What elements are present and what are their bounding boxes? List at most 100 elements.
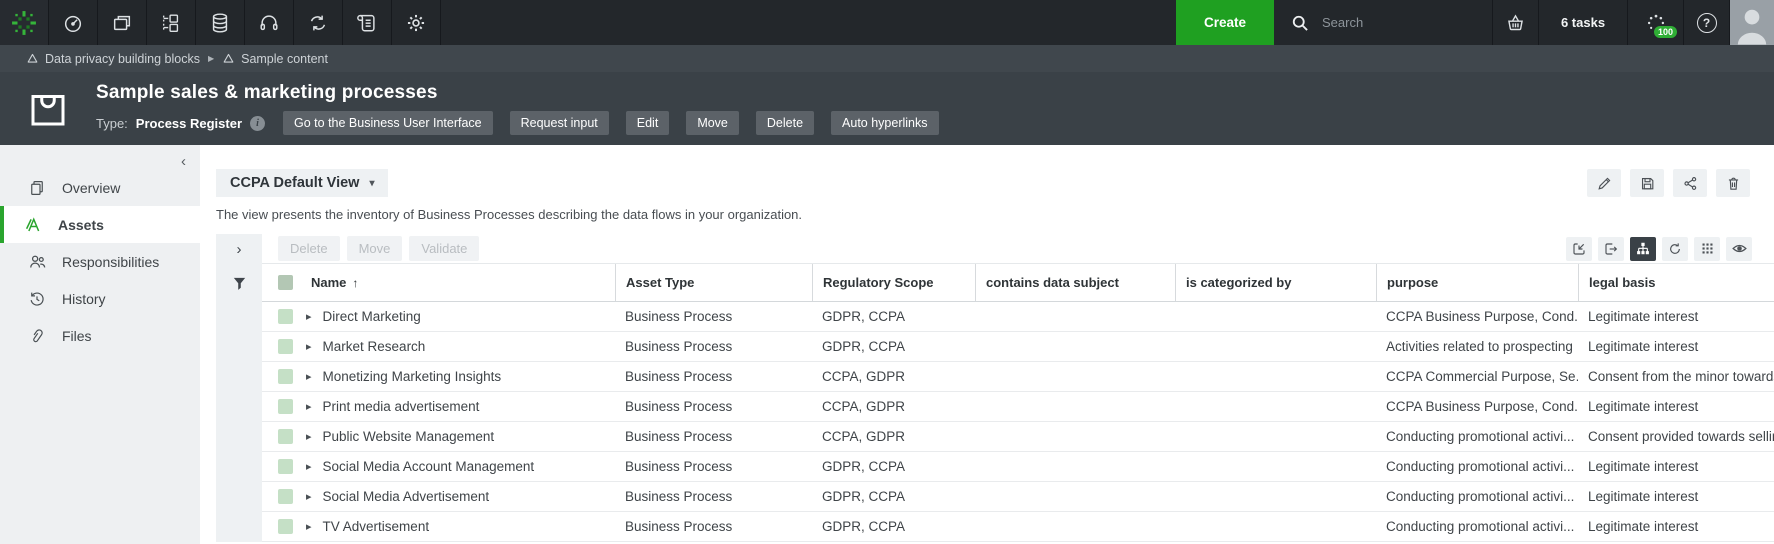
asset-name-link[interactable]: Social Media Account Management xyxy=(323,459,535,474)
edit-view-button[interactable] xyxy=(1587,169,1621,197)
tree-view-toggle[interactable] xyxy=(1630,237,1656,261)
filter-button[interactable] xyxy=(216,264,262,302)
activities-button[interactable]: 100 xyxy=(1627,0,1683,45)
sort-ascending-icon: ↑ xyxy=(352,276,358,290)
type-value: Process Register xyxy=(136,116,242,131)
row-expander-icon[interactable]: ▸ xyxy=(306,430,312,443)
tasks-button[interactable]: 6 tasks xyxy=(1538,0,1627,45)
window-folder-icon xyxy=(111,12,133,34)
table-row[interactable]: ▸Social Media Account Management Busines… xyxy=(262,452,1774,482)
go-to-business-user-interface-button[interactable]: Go to the Business User Interface xyxy=(283,111,493,135)
data-basket-button[interactable] xyxy=(1492,0,1538,45)
import-button[interactable] xyxy=(1566,237,1592,261)
sidebar-item-assets[interactable]: Assets xyxy=(0,206,200,243)
export-button[interactable] xyxy=(1598,237,1624,261)
auto-hyperlinks-button[interactable]: Auto hyperlinks xyxy=(831,111,938,135)
nav-browser[interactable] xyxy=(98,0,147,45)
row-checkbox[interactable] xyxy=(278,369,293,384)
move-button[interactable]: Move xyxy=(686,111,739,135)
row-expander-icon[interactable]: ▸ xyxy=(306,310,312,323)
row-checkbox[interactable] xyxy=(278,459,293,474)
row-expander-icon[interactable]: ▸ xyxy=(306,370,312,383)
row-checkbox[interactable] xyxy=(278,429,293,444)
delete-button[interactable]: Delete xyxy=(756,111,814,135)
table-row[interactable]: ▸Social Media Advertisement Business Pro… xyxy=(262,482,1774,512)
nav-data-sources[interactable] xyxy=(196,0,245,45)
row-expander-icon[interactable]: ▸ xyxy=(306,520,312,533)
asset-name-link[interactable]: Public Website Management xyxy=(323,429,495,444)
hierarchy-icon xyxy=(1635,241,1651,257)
row-checkbox[interactable] xyxy=(278,339,293,354)
row-expander-icon[interactable]: ▸ xyxy=(306,460,312,473)
tree-pages-icon xyxy=(160,12,182,34)
bulk-validate-button[interactable]: Validate xyxy=(409,236,479,261)
info-icon[interactable]: i xyxy=(250,116,265,131)
scroll-document-icon xyxy=(356,12,378,34)
app-logo[interactable] xyxy=(0,0,49,45)
table-row[interactable]: ▸Print media advertisement Business Proc… xyxy=(262,392,1774,422)
request-input-button[interactable]: Request input xyxy=(510,111,609,135)
asset-name-link[interactable]: TV Advertisement xyxy=(323,519,430,534)
column-header-asset-type[interactable]: Asset Type xyxy=(615,264,812,301)
column-header-contains-data-subject[interactable]: contains data subject xyxy=(975,264,1175,301)
paperclip-icon xyxy=(27,327,47,345)
table-row[interactable]: ▸TV Advertisement Business Process GDPR,… xyxy=(262,512,1774,542)
assets-a-icon xyxy=(23,216,43,234)
breadcrumb-item-community[interactable]: Data privacy building blocks xyxy=(26,52,200,66)
columns-button[interactable] xyxy=(1694,237,1720,261)
nav-workflows[interactable] xyxy=(294,0,343,45)
table-row[interactable]: ▸Market Research Business Process GDPR, … xyxy=(262,332,1774,362)
bulk-move-button[interactable]: Move xyxy=(347,236,403,261)
row-checkbox[interactable] xyxy=(278,309,293,324)
row-checkbox[interactable] xyxy=(278,489,293,504)
breadcrumb-item-domain[interactable]: Sample content xyxy=(222,52,328,66)
nav-asset-tree[interactable] xyxy=(147,0,196,45)
edit-button[interactable]: Edit xyxy=(626,111,670,135)
delete-view-button[interactable] xyxy=(1716,169,1750,197)
asset-name-link[interactable]: Market Research xyxy=(323,339,426,354)
search-icon xyxy=(1290,13,1310,33)
help-button[interactable]: ? xyxy=(1683,0,1729,45)
column-header-purpose[interactable]: purpose xyxy=(1376,264,1578,301)
save-view-button[interactable] xyxy=(1630,169,1664,197)
table-row[interactable]: ▸Public Website Management Business Proc… xyxy=(262,422,1774,452)
asset-sidebar: ‹ Overview Assets xyxy=(0,145,200,544)
row-checkbox[interactable] xyxy=(278,519,293,534)
nav-helpdesk[interactable] xyxy=(245,0,294,45)
share-view-button[interactable] xyxy=(1673,169,1707,197)
refresh-button[interactable] xyxy=(1662,237,1688,261)
view-description: The view presents the inventory of Busin… xyxy=(216,207,1774,222)
sidebar-item-overview[interactable]: Overview xyxy=(0,169,200,206)
asset-name-link[interactable]: Monetizing Marketing Insights xyxy=(323,369,502,384)
domain-icon xyxy=(222,52,235,65)
nav-settings[interactable] xyxy=(392,0,441,45)
sidebar-collapse-toggle[interactable]: ‹ xyxy=(181,153,186,170)
visibility-button[interactable] xyxy=(1726,237,1752,261)
sidebar-item-responsibilities[interactable]: Responsibilities xyxy=(0,243,200,280)
table-row[interactable]: ▸Monetizing Marketing Insights Business … xyxy=(262,362,1774,392)
create-button[interactable]: Create xyxy=(1176,0,1274,45)
bulk-delete-button[interactable]: Delete xyxy=(278,236,340,261)
row-expander-icon[interactable]: ▸ xyxy=(306,490,312,503)
column-header-regulatory-scope[interactable]: Regulatory Scope xyxy=(812,264,975,301)
user-avatar[interactable] xyxy=(1729,0,1774,45)
global-search[interactable]: Search xyxy=(1274,0,1492,45)
sidebar-item-history[interactable]: History xyxy=(0,280,200,317)
asset-name-link[interactable]: Social Media Advertisement xyxy=(323,489,490,504)
nav-reports[interactable] xyxy=(343,0,392,45)
column-header-name[interactable]: Name ↑ xyxy=(262,264,615,301)
sidebar-item-files[interactable]: Files xyxy=(0,317,200,354)
nav-dashboard[interactable] xyxy=(49,0,98,45)
row-expander-icon[interactable]: ▸ xyxy=(306,400,312,413)
expand-panel-button[interactable]: › xyxy=(216,234,262,264)
column-header-legal-basis[interactable]: legal basis xyxy=(1578,264,1774,301)
row-expander-icon[interactable]: ▸ xyxy=(306,340,312,353)
asset-name-link[interactable]: Direct Marketing xyxy=(323,309,421,324)
table-row[interactable]: ▸Direct Marketing Business Process GDPR,… xyxy=(262,302,1774,332)
asset-name-link[interactable]: Print media advertisement xyxy=(323,399,480,414)
select-all-checkbox[interactable] xyxy=(278,275,293,290)
eye-icon xyxy=(1731,240,1748,257)
column-header-is-categorized-by[interactable]: is categorized by xyxy=(1175,264,1376,301)
view-selector[interactable]: CCPA Default View ▾ xyxy=(216,169,388,197)
row-checkbox[interactable] xyxy=(278,399,293,414)
